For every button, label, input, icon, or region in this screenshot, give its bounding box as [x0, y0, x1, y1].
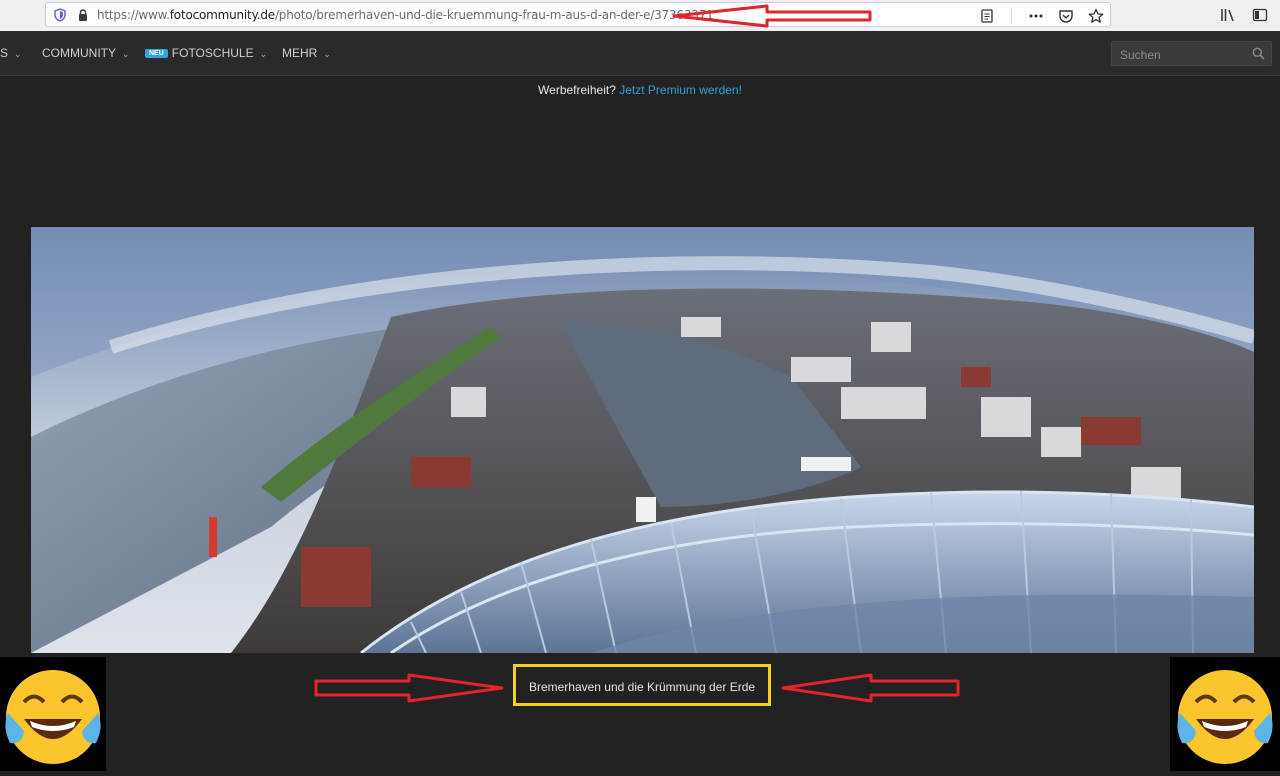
nav-item-partial-label: S — [0, 46, 9, 60]
browser-toolbar: https://www.fotocommunity.de/photo/breme… — [0, 0, 1280, 32]
sidebar-icon[interactable] — [1252, 7, 1268, 23]
annotation-arrow-url — [672, 4, 872, 28]
nav-item-community-label: COMMUNITY — [42, 46, 116, 60]
laughing-emoji-icon — [1177, 670, 1273, 764]
library-icon[interactable] — [1220, 7, 1236, 23]
chevron-down-icon: ⌄ — [122, 49, 130, 59]
nav-item-fotoschule[interactable]: NEU FOTOSCHULE ⌄ — [145, 46, 267, 60]
chevron-down-icon: ⌄ — [323, 49, 331, 59]
site-navigation: S ⌄ COMMUNITY ⌄ NEU FOTOSCHULE ⌄ MEHR ⌄ — [0, 31, 1280, 76]
premium-text: Werbefreiheit? — [538, 83, 616, 97]
search-box[interactable] — [1111, 41, 1272, 66]
nav-item-mehr-label: MEHR — [282, 46, 318, 60]
premium-link[interactable]: Jetzt Premium werden! — [619, 83, 742, 97]
search-icon[interactable] — [1252, 47, 1265, 60]
search-input[interactable] — [1118, 46, 1247, 64]
address-bar[interactable]: https://www.fotocommunity.de/photo/breme… — [45, 2, 1111, 27]
url-prefix: https://www. — [97, 8, 170, 22]
nav-item-partial[interactable]: S ⌄ — [0, 46, 22, 60]
pocket-icon[interactable] — [1058, 8, 1074, 24]
nav-item-mehr[interactable]: MEHR ⌄ — [282, 46, 331, 60]
chevron-down-icon: ⌄ — [259, 49, 268, 59]
new-badge: NEU — [145, 49, 168, 58]
photo-caption: Bremerhaven und die Krümmung der Erde — [528, 680, 756, 694]
laughing-emoji-icon — [5, 670, 101, 764]
annotation-arrow-right — [781, 673, 960, 703]
annotation-arrow-left — [314, 673, 504, 703]
panorama-photo[interactable] — [31, 227, 1254, 653]
url-path: /photo/bremerhaven-und-die-kruemmung-fra… — [274, 8, 714, 22]
chevron-down-icon: ⌄ — [14, 49, 22, 59]
url-host: fotocommunity.de — [169, 8, 275, 22]
bookmark-star-icon[interactable] — [1088, 8, 1104, 24]
premium-banner: Werbefreiheit? Jetzt Premium werden! — [0, 83, 1280, 97]
laughing-emoji-left — [0, 657, 106, 771]
photo-caption-frame: Bremerhaven und die Krümmung der Erde — [513, 664, 771, 706]
shield-icon[interactable] — [54, 8, 66, 22]
nav-item-community[interactable]: COMMUNITY ⌄ — [42, 46, 130, 60]
more-icon[interactable] — [1028, 8, 1044, 24]
nav-item-fotoschule-label: FOTOSCHULE — [171, 46, 254, 60]
url-text[interactable]: https://www.fotocommunity.de/photo/breme… — [97, 8, 714, 22]
reader-view-icon[interactable] — [979, 8, 995, 24]
lock-icon[interactable] — [77, 8, 89, 22]
laughing-emoji-right — [1170, 657, 1280, 771]
